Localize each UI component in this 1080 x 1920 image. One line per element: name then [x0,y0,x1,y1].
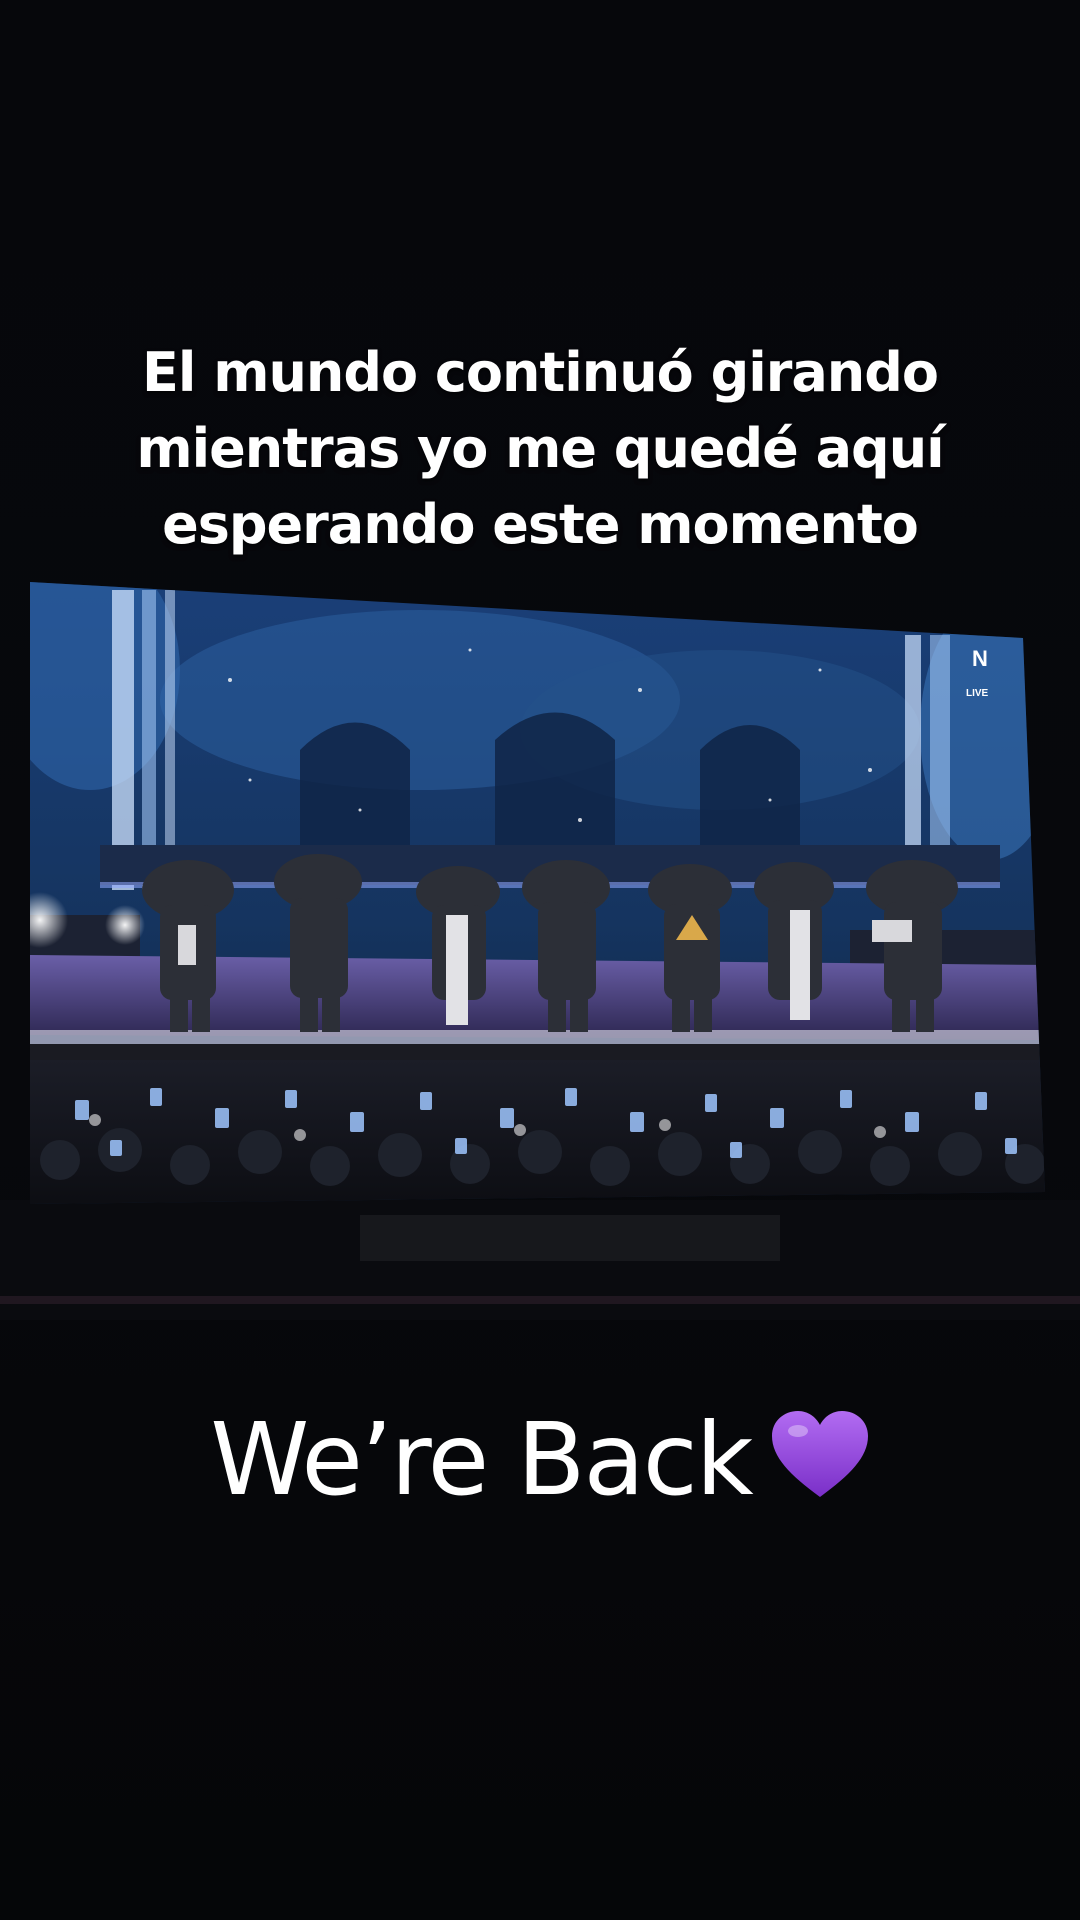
broadcast-live-tag: LIVE [966,688,989,699]
stage-arch [700,725,800,860]
concert-screen-illustration: N LIVE [0,582,1080,1320]
stage-edge-lights [0,1296,1080,1304]
purple-heart-shape [771,1410,868,1497]
stage-arch [300,722,410,860]
stage-base [30,1044,1045,1062]
stage-front-edge [30,1030,1045,1044]
video-frame: El mundo continuó girando mientras yo me… [0,0,1080,1920]
footer-caption: We’re Back [0,1395,1080,1532]
stage-equipment [360,1215,780,1261]
caption-line-2: mientras yo me quedé aquí [136,417,944,480]
concert-screen-photo: N LIVE [0,560,1080,1320]
spotlight [105,905,145,945]
broadcast-logo-letter: N [972,646,988,671]
purple-heart-icon [770,1402,870,1532]
caption-text: El mundo continuó girando mientras yo me… [60,335,1020,563]
spotlight [30,892,68,948]
stage-arch [495,712,615,860]
footer-caption-text: We’re Back [210,1401,753,1518]
caption-line-1: El mundo continuó girando [142,341,939,404]
caption-line-3: esperando este momento [162,493,919,556]
